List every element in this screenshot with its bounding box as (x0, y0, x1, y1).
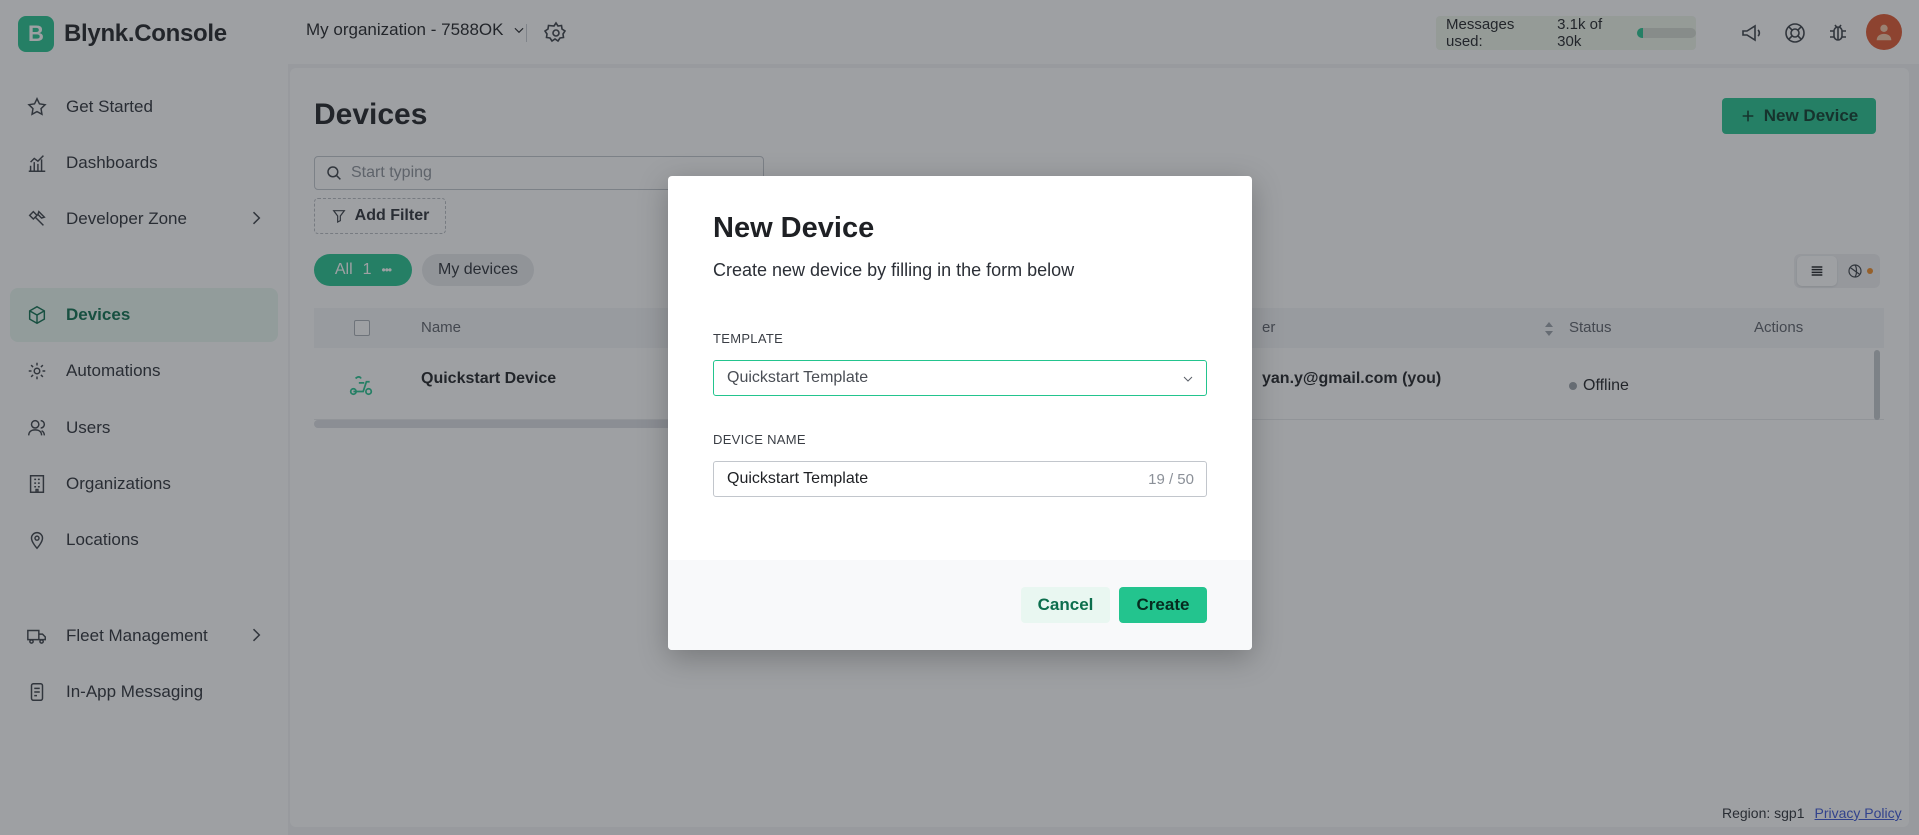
template-label: TEMPLATE (713, 331, 784, 346)
modal-title: New Device (713, 212, 875, 244)
create-button[interactable]: Create (1119, 587, 1207, 623)
new-device-modal: New Device Create new device by filling … (668, 176, 1252, 650)
device-name-label: DEVICE NAME (713, 432, 806, 447)
device-name-input[interactable]: Quickstart Template 19 / 50 (713, 461, 1207, 497)
modal-footer: Cancel Create (668, 560, 1252, 650)
template-select[interactable]: Quickstart Template (713, 360, 1207, 396)
modal-subtitle: Create new device by filling in the form… (713, 260, 1075, 280)
cancel-button[interactable]: Cancel (1021, 587, 1110, 623)
template-value: Quickstart Template (727, 369, 869, 386)
chevron-down-icon (1183, 376, 1193, 382)
char-counter: 19 / 50 (1148, 471, 1194, 488)
device-name-value: Quickstart Template (727, 470, 869, 487)
